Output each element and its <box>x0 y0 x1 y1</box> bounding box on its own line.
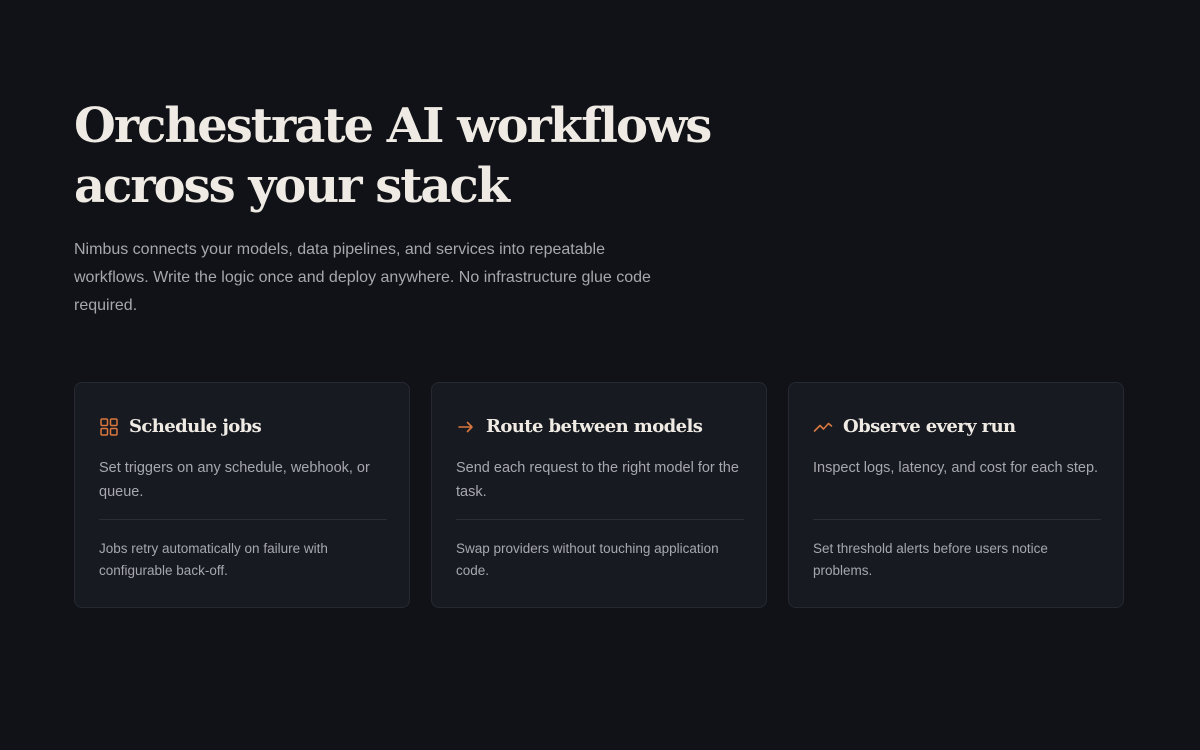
trend-icon <box>813 422 833 432</box>
hero-title-line-1: Orchestrate AI workflows <box>74 98 712 154</box>
feature-card-title: Observe every run <box>843 416 1016 437</box>
hero-title-line-2: across your stack <box>74 158 510 214</box>
card-divider <box>813 519 1101 520</box>
feature-card-description: Send each request to the right model for… <box>456 460 739 500</box>
feature-card-note: Swap providers without touching applicat… <box>456 541 719 578</box>
card-divider <box>99 519 387 520</box>
feature-card-note: Set threshold alerts before users notice… <box>813 541 1048 578</box>
feature-card-schedule-jobs: Schedule jobs Set triggers on any schedu… <box>74 382 410 608</box>
feature-card-route-between-models: Route between models Send each request t… <box>431 382 767 608</box>
card-divider <box>456 519 744 520</box>
landing-page: Orchestrate AI workflows across your sta… <box>0 0 1200 750</box>
feature-card-title: Route between models <box>486 416 703 437</box>
feature-card-description: Set triggers on any schedule, webhook, o… <box>99 460 370 500</box>
feature-card-note: Jobs retry automatically on failure with… <box>99 541 328 578</box>
arrow-right-icon <box>458 421 473 433</box>
hero-description: Nimbus connects your models, data pipeli… <box>74 241 651 314</box>
feature-card-observe-every-run: Observe every run Inspect logs, latency,… <box>788 382 1124 608</box>
feature-card-title: Schedule jobs <box>129 416 262 437</box>
feature-card-description: Inspect logs, latency, and cost for each… <box>813 460 1099 476</box>
hero-title: Orchestrate AI workflows across your sta… <box>74 96 794 216</box>
grid-icon <box>100 418 118 436</box>
